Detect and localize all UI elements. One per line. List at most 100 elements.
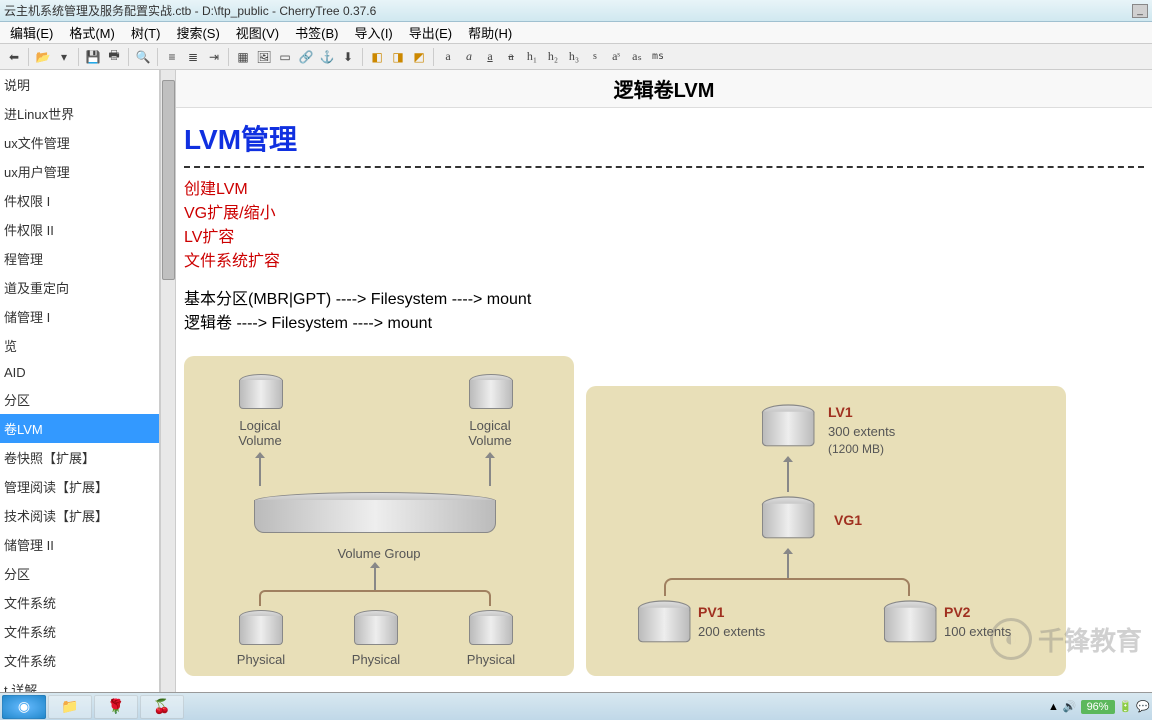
tree-item[interactable]: 文件系统	[0, 646, 159, 675]
print-icon[interactable]: 🖶	[104, 47, 124, 67]
link-icon[interactable]: 🔗	[296, 47, 316, 67]
arrow-icon	[787, 554, 789, 578]
tree-item[interactable]: 文件系统	[0, 588, 159, 617]
cylinder-icon	[762, 404, 812, 447]
tree-item[interactable]: 分区	[0, 559, 159, 588]
content-area: 逻辑卷LVM LVM管理 创建LVM VG扩展/缩小 LV扩容 文件系统扩容 基…	[176, 70, 1152, 720]
menu-format[interactable]: 格式(M)	[61, 21, 123, 44]
menu-tree[interactable]: 树(T)	[123, 21, 169, 44]
dropdown-icon[interactable]: ▾	[54, 47, 74, 67]
tree-item[interactable]: 览	[0, 331, 159, 360]
tree-item[interactable]: AID	[0, 360, 159, 385]
tree-item[interactable]: 管理阅读【扩展】	[0, 472, 159, 501]
tree-item-selected[interactable]: 卷LVM	[0, 414, 159, 443]
codebox-icon[interactable]: ▭	[275, 47, 295, 67]
anchor-icon[interactable]: ⚓	[317, 47, 337, 67]
save-icon[interactable]: 💾	[83, 47, 103, 67]
tree-item[interactable]: 文件系统	[0, 617, 159, 646]
image-icon[interactable]: 🖼	[254, 47, 274, 67]
tree-item[interactable]: 储管理 I	[0, 302, 159, 331]
h1-icon[interactable]: h₁	[522, 47, 542, 67]
arrow-icon	[787, 462, 789, 492]
tray-icon[interactable]: ▲	[1048, 701, 1059, 713]
bold-icon[interactable]: a	[438, 47, 458, 67]
lv1-size: (1200 MB)	[828, 442, 884, 456]
pv2-name: PV2	[944, 604, 970, 620]
strike-icon[interactable]: a	[501, 47, 521, 67]
table-icon[interactable]: ▦	[233, 47, 253, 67]
sub-icon[interactable]: aₛ	[627, 47, 647, 67]
cylinder-icon	[254, 492, 494, 536]
tray-icon[interactable]: 🔋	[1119, 700, 1133, 713]
start-icon[interactable]: ◉	[2, 695, 46, 719]
tree-item[interactable]: 说明	[0, 70, 159, 99]
lv1-name: LV1	[828, 404, 853, 420]
cylinder-icon	[762, 496, 812, 539]
cylinder-icon	[469, 374, 511, 410]
watermark-text: 千锋教育	[1038, 621, 1142, 658]
battery-indicator[interactable]: 96%	[1081, 700, 1115, 714]
down-icon[interactable]: ⬇	[338, 47, 358, 67]
pv-label: Physical	[226, 652, 296, 667]
color-bg-icon[interactable]: ◨	[388, 47, 408, 67]
pv-label: Physical	[456, 652, 526, 667]
tree-item[interactable]: ux用户管理	[0, 157, 159, 186]
highlight-icon[interactable]: ◩	[409, 47, 429, 67]
window-title: 云主机系统管理及服务配置实战.ctb - D:\ftp_public - Che…	[4, 2, 376, 19]
tray-icon[interactable]: 💬	[1136, 700, 1150, 713]
menu-view[interactable]: 视图(V)	[228, 21, 287, 44]
watermark-icon: ◐	[990, 618, 1032, 660]
cherrytree-icon[interactable]: 🍒	[140, 695, 184, 719]
menu-help[interactable]: 帮助(H)	[460, 21, 520, 44]
tree-item[interactable]: 程管理	[0, 244, 159, 273]
pv1-name: PV1	[698, 604, 724, 620]
underline-icon[interactable]: a	[480, 47, 500, 67]
tree-item[interactable]: 储管理 II	[0, 530, 159, 559]
tree-item[interactable]: 进Linux世界	[0, 99, 159, 128]
menu-import[interactable]: 导入(I)	[346, 21, 400, 44]
pv1-extents: 200 extents	[698, 624, 765, 639]
explorer-icon[interactable]: 📁	[48, 695, 92, 719]
mono-icon[interactable]: ms	[648, 47, 668, 67]
tree-item[interactable]: 道及重定向	[0, 273, 159, 302]
vg1-name: VG1	[834, 512, 862, 528]
sup-icon[interactable]: aˢ	[606, 47, 626, 67]
tree-item[interactable]: 件权限 II	[0, 215, 159, 244]
cylinder-icon	[239, 610, 281, 646]
cylinder-icon	[469, 610, 511, 646]
list-indent-icon[interactable]: ⇥	[204, 47, 224, 67]
tree-sidebar[interactable]: 说明 进Linux世界 ux文件管理 ux用户管理 件权限 I 件权限 II 程…	[0, 70, 160, 720]
open-icon[interactable]: 📂	[33, 47, 53, 67]
cylinder-icon	[239, 374, 281, 410]
h2-icon[interactable]: h₂	[543, 47, 563, 67]
sidebar-scrollbar[interactable]	[160, 70, 176, 720]
tree-item[interactable]: ux文件管理	[0, 128, 159, 157]
menu-export[interactable]: 导出(E)	[401, 21, 460, 44]
tree-item[interactable]: 卷快照【扩展】	[0, 443, 159, 472]
titlebar: 云主机系统管理及服务配置实战.ctb - D:\ftp_public - Che…	[0, 0, 1152, 22]
h3-icon[interactable]: h₃	[564, 47, 584, 67]
small-icon[interactable]: s	[585, 47, 605, 67]
color-fg-icon[interactable]: ◧	[367, 47, 387, 67]
app-icon[interactable]: 🌹	[94, 695, 138, 719]
tree-item[interactable]: 分区	[0, 385, 159, 414]
menu-edit[interactable]: 编辑(E)	[2, 21, 61, 44]
list-ol-icon[interactable]: ≣	[183, 47, 203, 67]
tree-item[interactable]: 件权限 I	[0, 186, 159, 215]
lv-label: Logical Volume	[449, 418, 531, 448]
toc-item: LV扩容	[184, 226, 1144, 250]
taskbar: ◉ 📁 🌹 🍒 ▲ 🔊 96% 🔋 💬	[0, 692, 1152, 720]
tree-item[interactable]: 技术阅读【扩展】	[0, 501, 159, 530]
back-icon[interactable]: ⬅	[4, 47, 24, 67]
tray-icon[interactable]: 🔊	[1063, 700, 1077, 713]
scroll-thumb[interactable]	[162, 80, 175, 280]
connector	[664, 578, 910, 596]
search-icon[interactable]: 🔍	[133, 47, 153, 67]
menu-bookmark[interactable]: 书签(B)	[287, 21, 346, 44]
lv1-extents: 300 extents	[828, 424, 895, 439]
italic-icon[interactable]: a	[459, 47, 479, 67]
list-ul-icon[interactable]: ≡	[162, 47, 182, 67]
divider	[184, 166, 1144, 168]
minimize-button[interactable]: _	[1132, 4, 1148, 18]
menu-search[interactable]: 搜索(S)	[168, 21, 227, 44]
